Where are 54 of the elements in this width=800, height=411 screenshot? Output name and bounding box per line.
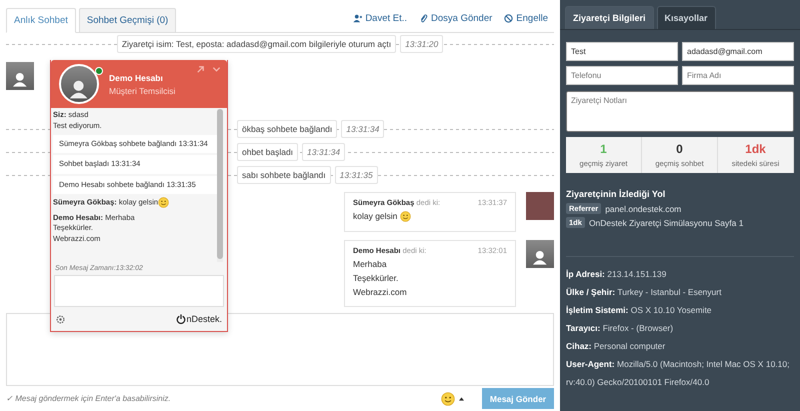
paperclip-icon — [419, 14, 428, 23]
agent-role: Müşteri Temsilcisi — [109, 86, 176, 96]
detail-line: İşletim Sistemi: OS X 10.10 Yosemite — [566, 304, 713, 317]
widget-input[interactable] — [54, 275, 224, 307]
path-text: OnDestek Ziyaretçi Simülasyonu Sayfa 1 — [588, 218, 744, 228]
popout-icon[interactable] — [196, 65, 205, 74]
chevron-down-icon[interactable] — [212, 65, 221, 74]
system-message: ohbet başladı — [237, 143, 298, 162]
text-field[interactable]: adadasd@gmail.com — [682, 42, 794, 61]
message-text: Merhaba — [353, 258, 387, 269]
logo-text: nDestek. — [186, 314, 222, 324]
section-title: Ziyaretçinin İzlediği Yol — [566, 189, 666, 199]
sidebar-tab[interactable]: Kısayollar — [656, 6, 716, 29]
timestamp: 13:31:20 — [400, 35, 444, 54]
agent-name: Demo Hesabı — [109, 72, 164, 82]
action-link[interactable]: Davet Et.. — [347, 12, 414, 32]
text-field[interactable]: Firma Adı — [682, 66, 794, 85]
message-text: kolay gelsin — [353, 211, 398, 222]
sidebar-tab[interactable]: Ziyaretçi Bilgileri — [565, 6, 654, 29]
stat-value: 0 — [676, 142, 683, 156]
block-icon — [504, 14, 514, 23]
timestamp: 13:31:34 — [341, 120, 384, 138]
system-message: ökbaş sohbete bağlandı — [237, 120, 338, 138]
detail-line: Tarayıcı: Firefox - (Browser) — [566, 322, 674, 335]
system-message: sabı sohbete bağlandı — [237, 166, 331, 184]
system-message: Ziyaretçi isim: Test, eposta: adadasd@gmail.com bilgileriyle oturum açtı — [116, 35, 396, 54]
text-field[interactable]: Telefonu — [566, 66, 678, 85]
hint-text: ✓ Mesaj göndermek için Enter'a basabilirsiniz. — [6, 394, 172, 404]
power-icon — [176, 314, 186, 324]
scrollbar-thumb[interactable] — [217, 109, 223, 259]
smiley-icon — [400, 210, 412, 222]
detail-line: İp Adresi: 213.14.151.139 — [566, 268, 668, 281]
action-link[interactable]: Engelle — [498, 12, 554, 32]
action-link[interactable]: Dosya Gönder — [413, 12, 498, 32]
stat-value: 1dk — [745, 142, 766, 156]
detail-line: Ülke / Şehir: Turkey - Istanbul - Esenyurt — [566, 286, 722, 299]
notes-field[interactable]: Ziyaretçi Notları — [566, 91, 794, 132]
message-text: Webrazzi.com — [353, 286, 407, 297]
message-text: Teşekkürler. — [353, 272, 398, 283]
smiley-icon[interactable] — [441, 392, 455, 406]
add-user-icon — [353, 14, 362, 23]
detail-line: User-Agent: Mozilla/5.0 (Macintosh; Intel Mac OS X 10.10; rv:40.0) Gecko/20100101 Firefox/40.0 — [566, 358, 790, 389]
settings-icon[interactable] — [56, 314, 65, 324]
timestamp: 13:31:34 — [302, 143, 346, 162]
text-field[interactable]: Test — [566, 42, 678, 61]
smiley-icon — [158, 197, 170, 208]
chat-tab[interactable]: Sohbet Geçmişi (0) — [78, 8, 176, 33]
chat-tab[interactable]: Anlık Sohbet — [6, 8, 76, 33]
path-text: panel.ondestek.com — [605, 204, 682, 214]
detail-line: Cihaz: Personal computer — [566, 340, 666, 353]
message-input[interactable] — [6, 312, 554, 386]
caret-icon[interactable] — [459, 396, 464, 401]
timestamp: 13:31:35 — [334, 166, 378, 184]
stat-value: 1 — [600, 142, 607, 156]
